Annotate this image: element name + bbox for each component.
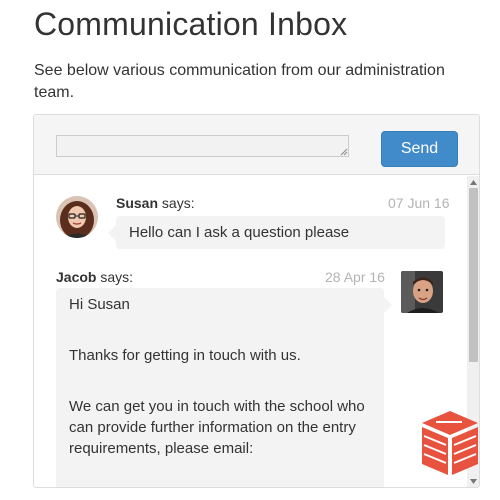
message-bubble: Hello can I ask a question please bbox=[108, 216, 445, 249]
page-title: Communication Inbox bbox=[34, 6, 348, 42]
send-button[interactable]: Send bbox=[381, 131, 458, 167]
brand-logo bbox=[416, 409, 484, 477]
avatar bbox=[401, 271, 443, 313]
message-text: We can get you in touch with the school … bbox=[69, 398, 365, 457]
sender-name: Susan bbox=[116, 195, 159, 211]
message-date: 07 Jun 16 bbox=[388, 195, 450, 211]
page-intro: See below various communication from our… bbox=[34, 62, 445, 101]
avatar bbox=[56, 196, 98, 238]
says-label: says: bbox=[100, 269, 134, 285]
arrow-up-icon[interactable] bbox=[467, 176, 479, 188]
scrollbar-thumb[interactable] bbox=[469, 188, 478, 362]
message-text: Hello can I ask a question please bbox=[129, 224, 350, 241]
message-input[interactable] bbox=[56, 135, 349, 157]
message-date: 28 Apr 16 bbox=[325, 269, 385, 285]
message-bubble: Hi Susan Thanks for getting in touch wit… bbox=[56, 288, 392, 487]
message-list: Susan says: 07 Jun 16 Hello can I ask a … bbox=[34, 176, 479, 487]
message-text: Thanks for getting in touch with us. bbox=[69, 347, 301, 364]
composer-bar: Send bbox=[34, 115, 479, 175]
message-text: Hi Susan bbox=[69, 296, 130, 313]
inbox-panel: Send Susan says: 07 Jun 16 Hello can I a… bbox=[33, 114, 480, 488]
says-label: says: bbox=[161, 195, 195, 211]
sender-name: Jacob bbox=[56, 269, 97, 285]
